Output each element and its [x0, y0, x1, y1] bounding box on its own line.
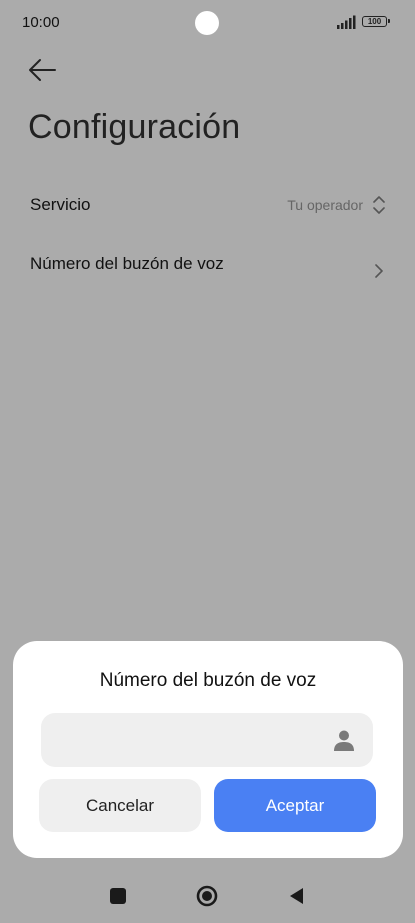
battery-icon: 100: [362, 16, 390, 27]
front-camera: [195, 11, 219, 35]
service-value: Tu operador: [287, 197, 363, 213]
recent-apps-icon[interactable]: [106, 884, 130, 908]
dialog-title: Número del buzón de voz: [99, 670, 317, 691]
page-title: Configuración: [28, 108, 241, 146]
voicemail-dialog: Número del buzón de voz Cancelar Aceptar: [13, 641, 403, 858]
cancel-button[interactable]: Cancelar: [39, 779, 201, 832]
service-row[interactable]: Servicio Tu operador: [0, 186, 415, 226]
voicemail-number-row[interactable]: Número del buzón de voz: [0, 246, 415, 296]
signal-icon: [337, 15, 356, 29]
back-arrow-icon[interactable]: [26, 55, 60, 85]
contact-icon[interactable]: [332, 728, 356, 752]
home-icon[interactable]: [195, 884, 219, 908]
status-time: 10:00: [22, 14, 60, 31]
service-label: Servicio: [30, 195, 91, 214]
chevron-up-down-icon: [373, 196, 385, 214]
back-icon[interactable]: [285, 884, 309, 908]
voicemail-number-input[interactable]: [41, 713, 373, 767]
voicemail-number-label: Número del buzón de voz: [30, 254, 224, 273]
chevron-right-icon: [375, 264, 383, 278]
accept-button[interactable]: Aceptar: [214, 779, 376, 832]
status-bar: 10:00 100: [0, 0, 415, 46]
navigation-bar: [0, 868, 415, 923]
